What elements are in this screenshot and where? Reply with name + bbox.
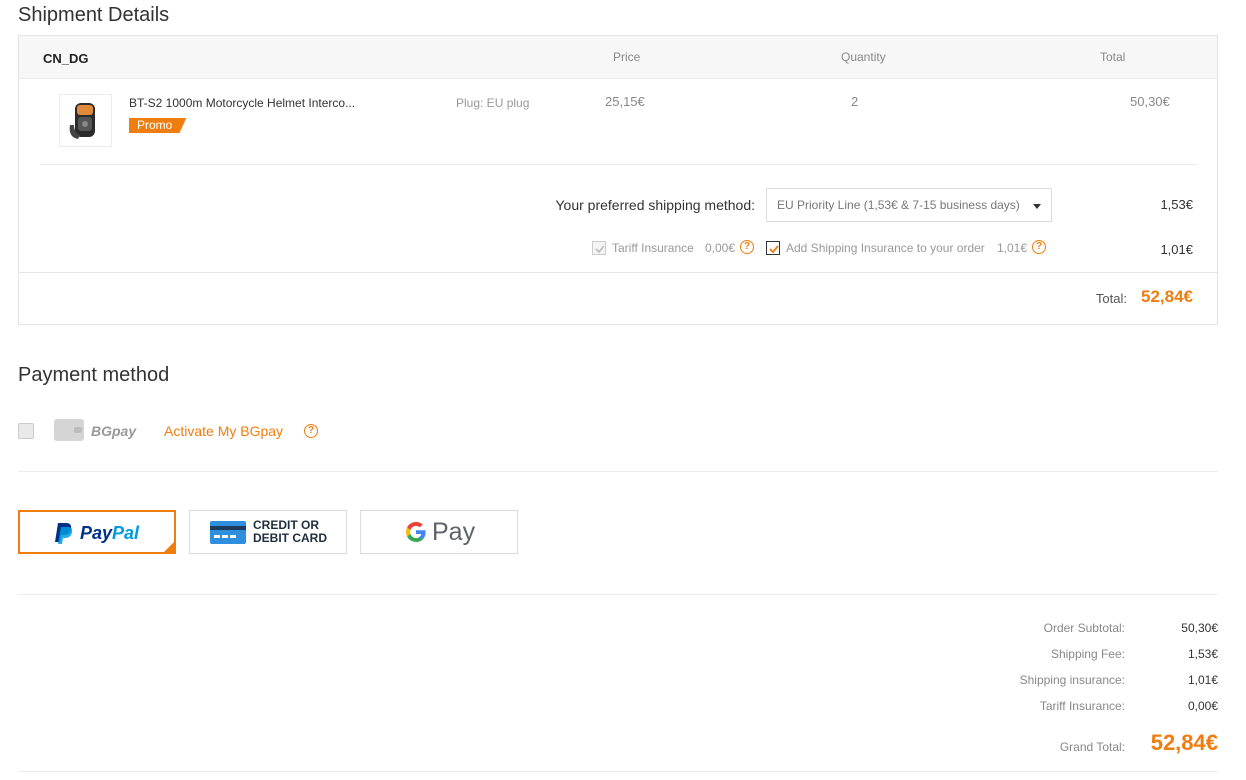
help-icon[interactable]: ? (740, 240, 754, 254)
shipping-fee-value: 1,53€ (1187, 647, 1218, 661)
product-attribute: Plug: EU plug (456, 96, 530, 110)
help-icon[interactable]: ? (1032, 240, 1046, 254)
selected-indicator (164, 542, 174, 552)
promo-badge: Promo (129, 118, 187, 133)
item-price: 25,15€ (605, 94, 645, 109)
product-name-link[interactable]: BT-S2 1000m Motorcycle Helmet Interco... (129, 96, 364, 110)
product-thumbnail[interactable] (59, 94, 112, 147)
shipping-insurance-label: Add Shipping Insurance to your order (786, 241, 985, 255)
shipping-insurance-summary-label: Shipping insurance: (1019, 673, 1125, 687)
paypal-button[interactable]: PayPal (18, 510, 176, 554)
item-divider (40, 164, 1198, 165)
helmet-intercom-image (69, 103, 95, 139)
shipping-method-value: EU Priority Line (1,53€ & 7-15 business … (777, 198, 1020, 212)
bgpay-logo-text: BGpay (91, 423, 137, 439)
bgpay-checkbox[interactable] (18, 423, 34, 439)
tariff-insurance-checkbox[interactable] (592, 241, 606, 255)
google-g-icon (405, 521, 426, 542)
tariff-insurance-value: 0,00€ (705, 241, 736, 255)
total-divider (19, 272, 1217, 273)
check-icon (595, 245, 605, 254)
price-header: Price (613, 50, 641, 64)
insurance-fee: 1,01€ (1160, 242, 1193, 257)
quantity-header: Quantity (841, 50, 886, 64)
total-label: Total: (1095, 291, 1127, 306)
item-quantity: 2 (851, 94, 859, 109)
summary-divider (18, 594, 1218, 595)
order-subtotal-value: 50,30€ (1181, 621, 1218, 635)
payment-method-title: Payment method (18, 364, 170, 386)
google-pay-label: Pay (432, 518, 476, 546)
shipment-box: CN_DG Price Quantity Total BT-S2 1000m M… (18, 35, 1218, 325)
credit-card-button[interactable]: CREDIT OR DEBIT CARD (189, 510, 347, 554)
grand-total-value: 52,84€ (1150, 730, 1218, 755)
check-icon (769, 245, 779, 254)
shipment-details-title: Shipment Details (18, 4, 170, 26)
grand-total-label: Grand Total: (1059, 740, 1125, 754)
shipping-insurance-checkbox[interactable] (766, 241, 780, 255)
shipping-method-select[interactable]: EU Priority Line (1,53€ & 7-15 business … (766, 188, 1052, 222)
item-total: 50,30€ (1130, 94, 1170, 109)
shipping-fee-label: Shipping Fee: (1050, 647, 1125, 661)
paypal-label: PayPal (80, 523, 140, 543)
credit-card-icon (210, 521, 246, 544)
wallet-icon (54, 419, 84, 441)
help-icon[interactable]: ? (304, 424, 318, 438)
bottom-divider (18, 771, 1218, 772)
activate-bgpay-link[interactable]: Activate My BGpay (164, 423, 283, 439)
shipping-method-label: Your preferred shipping method: (555, 197, 756, 213)
tariff-insurance-summary-label: Tariff Insurance: (1039, 699, 1125, 713)
shipping-fee: 1,53€ (1160, 197, 1193, 212)
google-pay-button[interactable]: Pay (360, 510, 518, 554)
tariff-insurance-summary-value: 0,00€ (1187, 699, 1218, 713)
tariff-insurance-label: Tariff Insurance (612, 241, 694, 255)
payment-divider (18, 471, 1218, 472)
total-value: 52,84€ (1141, 287, 1193, 306)
credit-card-label: CREDIT OR DEBIT CARD (253, 518, 327, 545)
warehouse-label: CN_DG (43, 51, 89, 66)
chevron-down-icon (1033, 204, 1041, 209)
paypal-icon (55, 523, 73, 544)
total-header: Total (1100, 50, 1126, 64)
shipping-insurance-value: 1,01€ (997, 241, 1028, 255)
shipment-header: CN_DG Price Quantity Total (19, 36, 1217, 79)
shipping-insurance-summary-value: 1,01€ (1187, 673, 1218, 687)
order-subtotal-label: Order Subtotal: (1043, 621, 1125, 635)
